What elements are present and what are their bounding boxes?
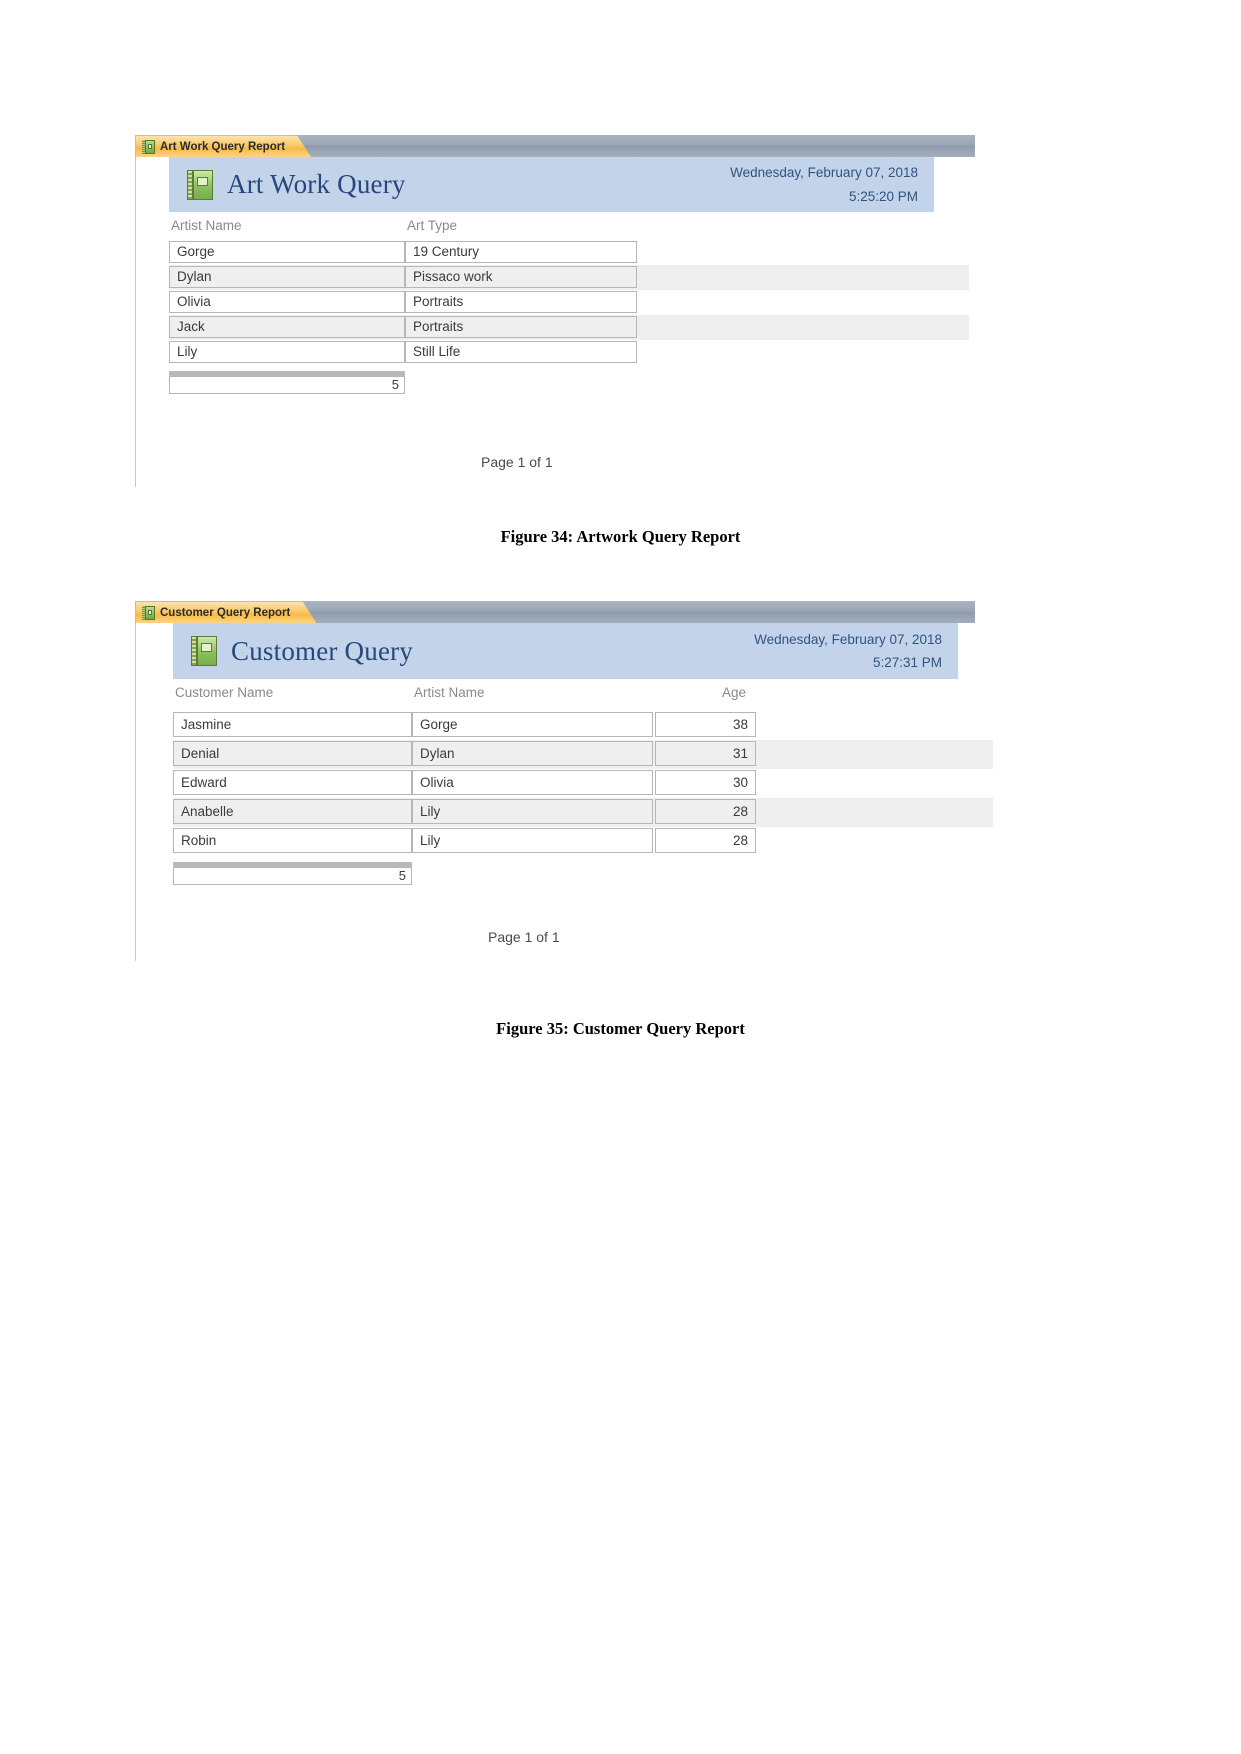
report-detail-rows: Jasmine Gorge 38 Denial Dylan 31 Edward … [173, 711, 993, 856]
cell-artist-name: Lily [412, 828, 653, 853]
report-summary: 5 [173, 856, 975, 890]
table-row: Lily Still Life [169, 340, 969, 365]
report-detail-rows: Gorge 19 Century Dylan Pissaco work Oliv… [169, 240, 975, 365]
report-datetime: Wednesday, February 07, 2018 5:27:31 PM [754, 628, 942, 674]
cell-artist-name: Jack [169, 316, 405, 338]
report-notebook-icon [187, 169, 213, 200]
cell-artist-name: Gorge [169, 241, 405, 263]
table-row: Olivia Portraits [169, 290, 969, 315]
record-count-box: 5 [169, 376, 405, 394]
tab-art-work-query-report[interactable]: Art Work Query Report [135, 135, 311, 157]
cell-customer-name: Robin [173, 828, 412, 853]
cell-art-type: Still Life [405, 341, 637, 363]
artwork-query-report-screenshot: Art Work Query Report Art Work Query Wed… [135, 135, 975, 487]
report-date: Wednesday, February 07, 2018 [754, 631, 942, 647]
cell-art-type: 19 Century [405, 241, 637, 263]
report-header-band: Art Work Query Wednesday, February 07, 2… [169, 157, 934, 212]
cell-customer-name: Edward [173, 770, 412, 795]
column-header-artist-name: Artist Name [414, 685, 485, 700]
document-tab-strip: Customer Query Report [135, 601, 975, 623]
cell-age: 28 [655, 828, 756, 853]
figure-caption-34: Figure 34: Artwork Query Report [500, 527, 741, 546]
cell-art-type: Portraits [405, 291, 637, 313]
report-notebook-icon [142, 606, 155, 620]
column-header-art-type: Art Type [407, 218, 458, 233]
report-time: 5:25:20 PM [848, 188, 918, 204]
cell-artist-name: Lily [169, 341, 405, 363]
table-row: Jasmine Gorge 38 [173, 711, 993, 740]
report-notebook-icon [142, 140, 155, 154]
report-time: 5:27:31 PM [872, 655, 942, 670]
table-row: Edward Olivia 30 [173, 769, 993, 798]
table-row: Robin Lily 28 [173, 827, 993, 856]
cell-art-type: Portraits [405, 316, 637, 338]
report-canvas: Art Work Query Wednesday, February 07, 2… [135, 157, 975, 487]
report-datetime: Wednesday, February 07, 2018 5:25:20 PM [730, 161, 918, 207]
tab-label: Art Work Query Report [160, 140, 286, 153]
table-row: Gorge 19 Century [169, 240, 969, 265]
table-row: Dylan Pissaco work [169, 265, 969, 290]
cell-artist-name: Olivia [169, 291, 405, 313]
page-footer: Page 1 of 1 [488, 929, 560, 945]
table-row: Jack Portraits [169, 315, 969, 340]
cell-artist-name: Lily [412, 799, 653, 824]
report-header-band: Customer Query Wednesday, February 07, 2… [173, 623, 958, 679]
tab-customer-query-report[interactable]: Customer Query Report [135, 601, 316, 623]
table-row: Anabelle Lily 28 [173, 798, 993, 827]
report-header-title-group: Customer Query [191, 636, 754, 667]
cell-artist-name: Olivia [412, 770, 653, 795]
tab-label: Customer Query Report [160, 606, 291, 619]
column-header-row: Artist Name Art Type [169, 214, 975, 240]
cell-age: 30 [655, 770, 756, 795]
cell-customer-name: Denial [173, 741, 412, 766]
cell-age: 31 [655, 741, 756, 766]
column-header-row: Customer Name Artist Name Age [173, 681, 975, 711]
cell-customer-name: Anabelle [173, 799, 412, 824]
report-canvas: Customer Query Wednesday, February 07, 2… [135, 623, 993, 961]
cell-customer-name: Jasmine [173, 712, 412, 737]
column-header-artist-name: Artist Name [171, 218, 242, 233]
customer-query-report-screenshot: Customer Query Report Customer Query Wed… [135, 601, 993, 961]
cell-age: 38 [655, 712, 756, 737]
report-title: Art Work Query [227, 169, 406, 199]
report-header-title-group: Art Work Query [187, 169, 730, 200]
cell-age: 28 [655, 799, 756, 824]
report-summary: 5 [169, 365, 975, 397]
record-count-box: 5 [173, 867, 412, 885]
cell-artist-name: Gorge [412, 712, 653, 737]
cell-artist-name: Dylan [169, 266, 405, 288]
column-header-age: Age [722, 685, 747, 700]
document-tab-strip: Art Work Query Report [135, 135, 975, 157]
page-footer: Page 1 of 1 [481, 454, 553, 470]
figure-caption-35: Figure 35: Customer Query Report [496, 1019, 745, 1038]
report-title: Customer Query [231, 635, 414, 666]
table-row: Denial Dylan 31 [173, 740, 993, 769]
report-date: Wednesday, February 07, 2018 [730, 165, 918, 181]
column-header-customer-name: Customer Name [175, 685, 274, 700]
cell-artist-name: Dylan [412, 741, 653, 766]
cell-art-type: Pissaco work [405, 266, 637, 288]
report-notebook-icon [191, 636, 217, 666]
